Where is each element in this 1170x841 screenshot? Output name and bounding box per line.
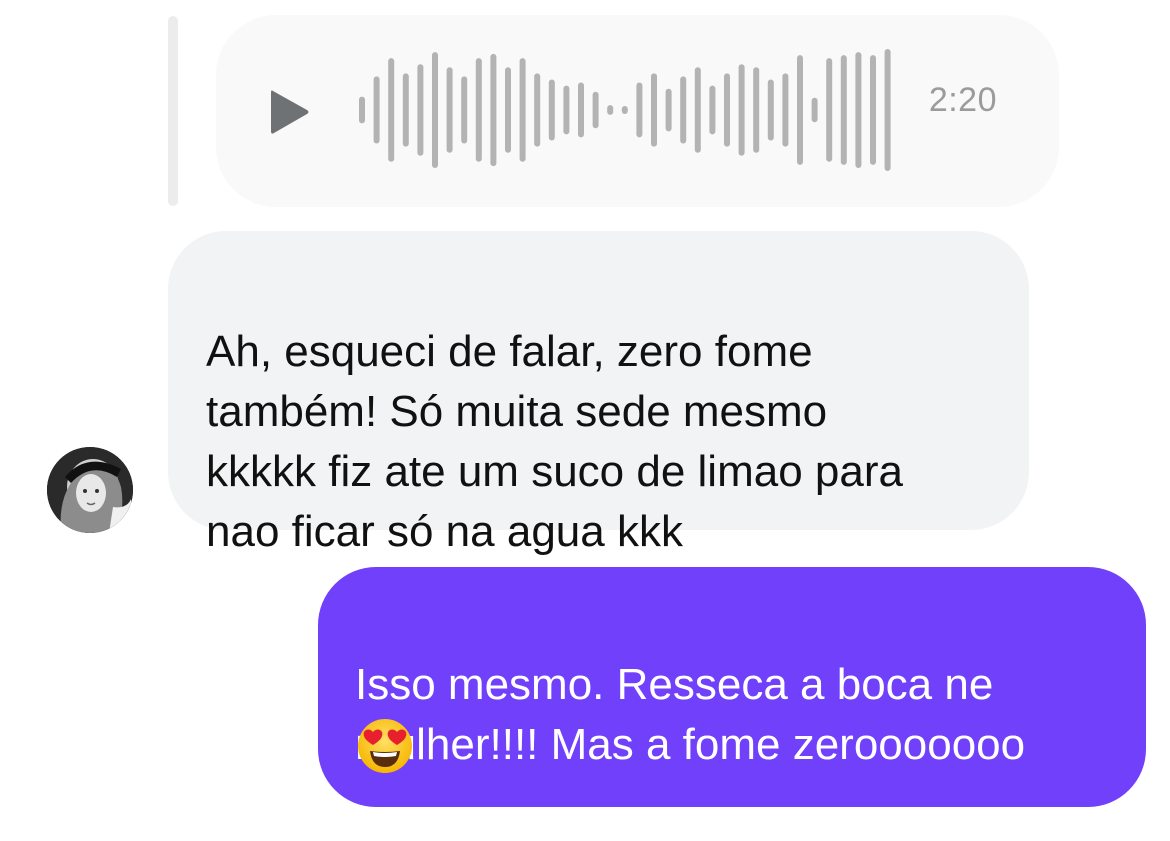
waveform-bar bbox=[870, 55, 876, 165]
profile-avatar[interactable] bbox=[47, 447, 133, 533]
waveform-bar bbox=[388, 58, 395, 162]
waveform-bar bbox=[578, 82, 584, 138]
waveform-bar bbox=[505, 67, 511, 153]
waveform-bar bbox=[767, 79, 774, 141]
waveform-bar bbox=[461, 76, 468, 144]
waveform-bar bbox=[651, 73, 657, 147]
audio-message-bubble[interactable]: 2:20 bbox=[216, 15, 1059, 207]
waveform-bar bbox=[709, 85, 716, 135]
waveform-bar bbox=[855, 52, 862, 168]
waveform-bar bbox=[621, 106, 628, 114]
waveform-bar bbox=[359, 96, 365, 124]
waveform-bar bbox=[592, 91, 599, 129]
waveform-bar bbox=[490, 53, 497, 167]
waveform-bar bbox=[665, 88, 672, 132]
waveform-bar bbox=[563, 85, 570, 135]
reply-indicator-bar bbox=[168, 16, 178, 206]
waveform-bar bbox=[417, 64, 424, 156]
heart-eyes-emoji-icon bbox=[358, 719, 412, 773]
waveform-bar bbox=[797, 55, 803, 165]
audio-waveform[interactable] bbox=[357, 45, 897, 175]
waveform-bar bbox=[840, 55, 847, 165]
waveform-bar bbox=[753, 67, 760, 153]
waveform-bar bbox=[782, 73, 789, 147]
waveform-bar bbox=[373, 76, 380, 144]
waveform-bar bbox=[694, 67, 701, 153]
waveform-bar bbox=[607, 105, 614, 115]
waveform-bar bbox=[738, 64, 745, 156]
waveform-bar bbox=[534, 73, 541, 147]
waveform-bar bbox=[680, 76, 687, 144]
avatar-image bbox=[47, 447, 133, 533]
waveform-bar bbox=[432, 52, 438, 168]
waveform-bar bbox=[826, 58, 833, 162]
incoming-message-text: Ah, esqueci de falar, zero fome também! … bbox=[206, 327, 903, 556]
incoming-message-bubble[interactable]: Ah, esqueci de falar, zero fome também! … bbox=[168, 231, 1029, 556]
audio-duration: 2:20 bbox=[928, 81, 997, 119]
play-icon[interactable] bbox=[269, 87, 311, 137]
waveform-bar bbox=[548, 79, 555, 141]
waveform-bar bbox=[475, 58, 482, 162]
waveform-bar bbox=[884, 49, 891, 171]
chat-thread: 2:20 Ah, esqueci de falar, zero fome tam… bbox=[0, 0, 1170, 841]
waveform-bar bbox=[811, 97, 818, 123]
waveform-bar bbox=[636, 82, 643, 138]
waveform-bar bbox=[402, 73, 409, 147]
waveform-bar bbox=[446, 67, 453, 153]
waveform-bar bbox=[519, 58, 526, 162]
waveform-bar bbox=[724, 73, 730, 147]
outgoing-message-bubble[interactable]: Isso mesmo. Resseca a boca ne mulher!!!!… bbox=[318, 567, 1146, 807]
outgoing-message-text: Isso mesmo. Resseca a boca ne mulher!!!!… bbox=[355, 660, 1026, 769]
